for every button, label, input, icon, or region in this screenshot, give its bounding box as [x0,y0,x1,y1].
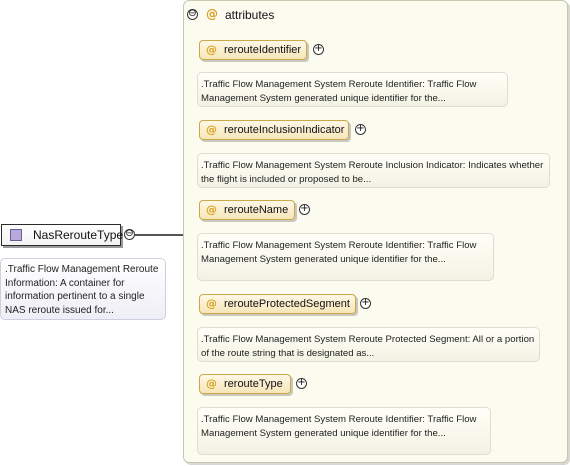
element-name: NasRerouteType [33,228,124,242]
at-icon: @ [206,203,217,216]
expand-icon[interactable]: + [360,298,371,309]
attribute-name: rerouteName [224,204,289,216]
attribute-documentation: .Traffic Flow Management System Reroute … [197,407,491,455]
connector-line [135,234,183,236]
attribute-reroute-name[interactable]: @ rerouteName [199,200,295,220]
element-documentation: .Traffic Flow Management Reroute Informa… [0,258,166,320]
attribute-reroute-identifier[interactable]: @ rerouteIdentifier [199,40,307,60]
collapse-icon[interactable]: ⊖ [124,229,135,240]
attribute-name: rerouteInclusionIndicator [224,124,345,136]
at-icon: @ [206,123,217,136]
at-icon: @ [206,377,217,390]
attribute-name: rerouteProtectedSegment [224,298,350,310]
at-icon: @ [206,43,217,56]
complex-type-icon [10,229,22,241]
at-icon: @ [206,297,217,310]
at-icon: @ [206,7,218,21]
group-title: attributes [225,8,275,22]
attribute-name: rerouteType [224,378,283,390]
attribute-documentation: .Traffic Flow Management System Reroute … [197,327,540,362]
attribute-reroute-protected-segment[interactable]: @ rerouteProtectedSegment [199,294,356,314]
group-collapse-icon[interactable]: ⊖ [187,9,198,20]
attribute-documentation: .Traffic Flow Management System Reroute … [197,153,550,188]
attribute-reroute-inclusion-indicator[interactable]: @ rerouteInclusionIndicator [199,120,349,140]
attribute-reroute-type[interactable]: @ rerouteType [199,374,291,394]
expand-icon[interactable]: + [296,378,307,389]
attribute-documentation: .Traffic Flow Management System Reroute … [197,233,494,281]
expand-icon[interactable]: + [299,204,310,215]
attribute-name: rerouteIdentifier [224,44,302,56]
expand-icon[interactable]: + [313,44,324,55]
attribute-documentation: .Traffic Flow Management System Reroute … [197,72,508,107]
expand-icon[interactable]: + [355,124,366,135]
nas-reroute-type-box[interactable]: NasRerouteType [1,224,124,246]
